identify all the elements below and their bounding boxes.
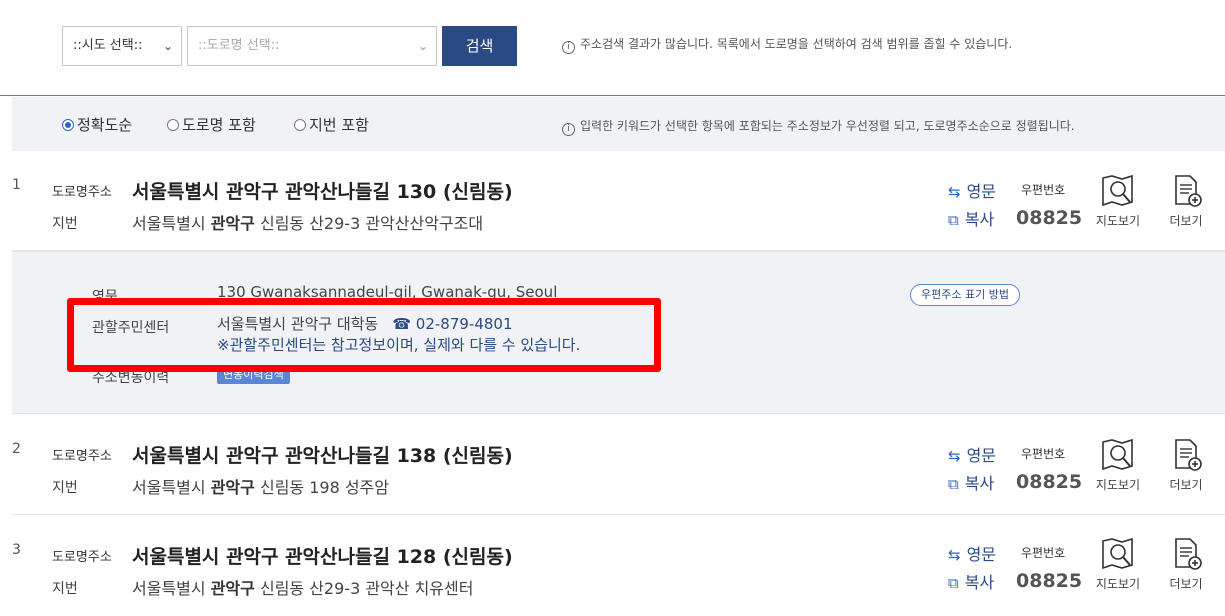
result-row: 3 도로명주소 서울특별시 관악구 관악산나들길 128 (신림동) 지번 서울… — [12, 516, 1225, 616]
detail-panel: 영문 130 Gwanaksannadeul-gil, Gwanak-gu, S… — [12, 251, 1225, 414]
copy-icon: ⧉ — [948, 211, 959, 229]
sort-hint-text: 입력한 키워드가 선택한 항목에 포함되는 주소정보가 우선정렬 되고, 도로명… — [580, 119, 1075, 133]
sido-select-value: ::시도 선택:: — [73, 38, 143, 53]
jibun-label: 지번 — [52, 216, 78, 232]
map-view-label: 지도보기 — [1095, 478, 1141, 492]
copy-icon: ⧉ — [948, 574, 959, 592]
map-view-button[interactable]: 지도보기 — [1090, 438, 1146, 493]
jibun-gu: 관악구 — [210, 579, 255, 598]
sort-options-bar: 정확도순 도로명 포함 지번 포함 i 입력한 키워드가 선택한 항목에 포함되는… — [12, 97, 1225, 151]
highlight-box — [67, 298, 661, 372]
english-link[interactable]: ⇆ 영문 — [948, 178, 996, 202]
jibun-label: 지번 — [52, 480, 78, 496]
copy-link-label: 복사 — [964, 474, 995, 493]
road-address-label: 도로명주소 — [52, 449, 112, 464]
sido-select[interactable]: ::시도 선택:: ⌄ — [62, 26, 182, 66]
english-link-label: 영문 — [966, 182, 997, 201]
info-icon: i — [562, 41, 575, 54]
result-number: 1 — [12, 177, 21, 193]
more-button[interactable]: 더보기 — [1158, 174, 1214, 229]
document-plus-icon — [1175, 439, 1202, 471]
radio-unchecked-icon — [294, 119, 306, 131]
radio-checked-icon — [62, 119, 74, 131]
chevron-down-icon: ⌄ — [162, 39, 173, 53]
search-hint: i 주소검색 결과가 많습니다. 목록에서 도로명을 선택하여 검색 범위를 좁힐… — [562, 35, 1012, 54]
result-row: 1 도로명주소 서울특별시 관악구 관악산나들길 130 (신림동) 지번 서울… — [12, 151, 1225, 251]
radio-jibun-include[interactable]: 지번 포함 — [294, 114, 369, 135]
radio-accuracy-label: 정확도순 — [77, 116, 133, 134]
postal-rule-button[interactable]: 우편주소 표기 방법 — [910, 284, 1020, 306]
jibun-city: 서울특별시 — [132, 478, 206, 497]
zip-code: 08825 — [1016, 570, 1083, 592]
more-label: 더보기 — [1169, 214, 1203, 228]
radio-jibun-include-label: 지번 포함 — [309, 116, 369, 134]
radio-accuracy[interactable]: 정확도순 — [62, 114, 132, 135]
jibun-city: 서울특별시 — [132, 214, 206, 233]
english-link[interactable]: ⇆ 영문 — [948, 541, 996, 565]
english-link[interactable]: ⇆ 영문 — [948, 442, 996, 466]
copy-link-label: 복사 — [964, 573, 995, 592]
map-view-label: 지도보기 — [1095, 577, 1141, 591]
jibun-address: 서울특별시 관악구 신림동 산29-3 관악산산악구조대 — [132, 210, 483, 234]
search-button[interactable]: 검색 — [442, 26, 517, 66]
jibun-rest: 신림동 산29-3 관악산 치유센터 — [259, 579, 474, 598]
map-view-button[interactable]: 지도보기 — [1090, 537, 1146, 592]
more-label: 더보기 — [1169, 478, 1203, 492]
zip-label: 우편번호 — [1021, 546, 1066, 560]
copy-link-label: 복사 — [964, 210, 995, 229]
copy-icon: ⧉ — [948, 475, 959, 493]
result-row: 2 도로명주소 서울특별시 관악구 관악산나들길 138 (신림동) 지번 서울… — [12, 415, 1225, 515]
search-hint-text: 주소검색 결과가 많습니다. 목록에서 도로명을 선택하여 검색 범위를 좁힐 … — [580, 37, 1013, 51]
road-address[interactable]: 서울특별시 관악구 관악산나들길 130 (신림동) — [132, 177, 513, 204]
road-address-label: 도로명주소 — [52, 550, 112, 565]
zip-label: 우편번호 — [1021, 447, 1066, 461]
copy-link[interactable]: ⧉ 복사 — [948, 569, 994, 593]
more-button[interactable]: 더보기 — [1158, 537, 1214, 592]
copy-link[interactable]: ⧉ 복사 — [948, 470, 994, 494]
road-select-placeholder: ::도로명 선택:: — [198, 38, 280, 53]
jibun-rest: 신림동 산29-3 관악산산악구조대 — [259, 214, 484, 233]
zip-code: 08825 — [1016, 207, 1083, 229]
road-address[interactable]: 서울특별시 관악구 관악산나들길 128 (신림동) — [132, 542, 513, 569]
more-button[interactable]: 더보기 — [1158, 438, 1214, 493]
swap-arrows-icon: ⇆ — [948, 183, 961, 201]
jibun-address: 서울특별시 관악구 신림동 산29-3 관악산 치유센터 — [132, 575, 473, 599]
english-link-label: 영문 — [966, 446, 997, 465]
map-search-icon — [1102, 438, 1133, 471]
road-address-label: 도로명주소 — [52, 185, 112, 200]
chevron-down-icon: ⌄ — [417, 39, 428, 53]
search-bar: ::시도 선택:: ⌄ ::도로명 선택:: ⌄ 검색 i 주소검색 결과가 많습… — [0, 0, 1225, 96]
jibun-label: 지번 — [52, 581, 78, 597]
zip-label: 우편번호 — [1021, 183, 1066, 197]
road-select[interactable]: ::도로명 선택:: ⌄ — [187, 26, 437, 66]
jibun-gu: 관악구 — [210, 478, 255, 497]
map-view-label: 지도보기 — [1095, 214, 1141, 228]
result-number: 3 — [12, 542, 21, 558]
jibun-gu: 관악구 — [210, 214, 255, 233]
jibun-rest: 신림동 198 성주암 — [259, 478, 389, 497]
swap-arrows-icon: ⇆ — [948, 546, 961, 564]
map-view-button[interactable]: 지도보기 — [1090, 174, 1146, 229]
zip-code: 08825 — [1016, 471, 1083, 493]
document-plus-icon — [1175, 175, 1202, 207]
english-link-label: 영문 — [966, 545, 997, 564]
copy-link[interactable]: ⧉ 복사 — [948, 206, 994, 230]
map-search-icon — [1102, 537, 1133, 570]
sort-hint: i 입력한 키워드가 선택한 항목에 포함되는 주소정보가 우선정렬 되고, 도로… — [562, 117, 1075, 136]
road-address[interactable]: 서울특별시 관악구 관악산나들길 138 (신림동) — [132, 441, 513, 468]
radio-road-include[interactable]: 도로명 포함 — [167, 114, 256, 135]
result-number: 2 — [12, 441, 21, 457]
swap-arrows-icon: ⇆ — [948, 447, 961, 465]
jibun-city: 서울특별시 — [132, 579, 206, 598]
radio-unchecked-icon — [167, 119, 179, 131]
map-search-icon — [1102, 174, 1133, 207]
radio-road-include-label: 도로명 포함 — [182, 116, 256, 134]
jibun-address: 서울특별시 관악구 신림동 198 성주암 — [132, 474, 389, 498]
document-plus-icon — [1175, 538, 1202, 570]
info-icon: i — [562, 123, 575, 136]
more-label: 더보기 — [1169, 577, 1203, 591]
